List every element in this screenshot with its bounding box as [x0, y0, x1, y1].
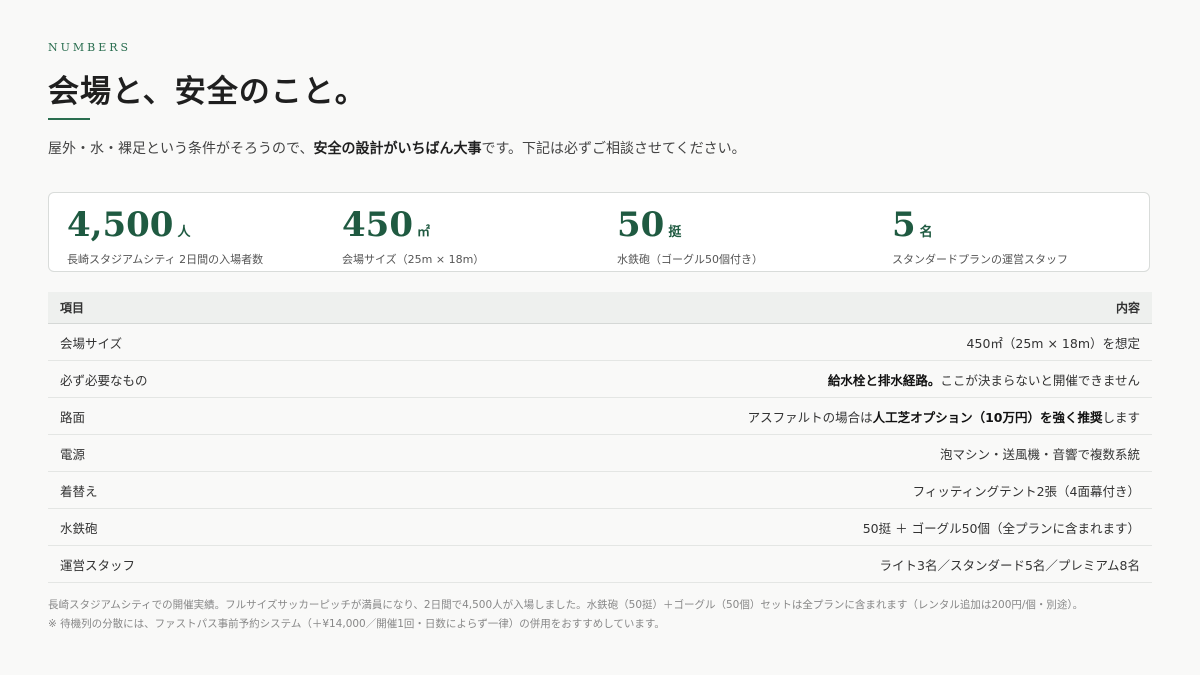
table-row: 電源 泡マシン・送風機・音響で複数系統 — [48, 435, 1152, 472]
row-item: 水鉄砲 — [60, 520, 98, 536]
table-row: 必ず必要なもの 給水栓と排水経路。ここが決まらないと開催できません — [48, 361, 1152, 398]
stat-unit: 名 — [919, 225, 933, 240]
row-item: 必ず必要なもの — [60, 372, 148, 388]
row-content: 給水栓と排水経路。ここが決まらないと開催できません — [827, 372, 1140, 388]
column-header-content: 内容 — [1115, 301, 1140, 315]
row-item: 電源 — [60, 446, 86, 462]
stat-attendance: 4,500 人 長崎スタジアムシティ 2日間の入場者数 — [49, 193, 324, 271]
stat-label: スタンダードプランの運営スタッフ — [892, 253, 1068, 266]
table-row: 会場サイズ 450㎡（25m × 18m）を想定 — [48, 324, 1152, 361]
stat-label: 長崎スタジアムシティ 2日間の入場者数 — [67, 253, 264, 266]
stat-unit: ㎡ — [416, 225, 430, 240]
row-content: フィッティングテント2張（4面幕付き） — [912, 483, 1140, 499]
footnotes: 長崎スタジアムシティでの開催実績。フルサイズサッカーピッチが満員になり、2日間で… — [48, 596, 1152, 634]
stat-water-guns: 50 挺 水鉄砲（ゴーグル50個付き） — [599, 193, 874, 271]
stat-staff: 5名 スタンダードプランの運営スタッフ — [874, 193, 1149, 271]
row-content: 泡マシン・送風機・音響で複数系統 — [939, 446, 1140, 462]
stat-value: 4,500 — [67, 205, 174, 245]
stat-value: 5 — [892, 205, 916, 245]
table-row: 路面 アスファルトの場合は人工芝オプション（10万円）を強く推奨します — [48, 398, 1152, 435]
footnote: 長崎スタジアムシティでの開催実績。フルサイズサッカーピッチが満員になり、2日間で… — [48, 599, 1084, 611]
row-content: 50挺 ＋ ゴーグル50個（全プランに含まれます） — [862, 520, 1140, 536]
stat-venue-size: 450 ㎡ 会場サイズ（25m × 18m） — [324, 193, 599, 271]
requirements-table: 項目 内容 会場サイズ 450㎡（25m × 18m）を想定 必ず必要なもの 給… — [48, 292, 1152, 583]
table-row: 着替え フィッティングテント2張（4面幕付き） — [48, 472, 1152, 509]
lead-text-pre: 屋外・水・裸足という条件がそろうので、 — [48, 141, 314, 157]
row-item: 運営スタッフ — [60, 557, 136, 573]
footnote: ※ 待機列の分散には、ファストパス事前予約システム（＋¥14,000／開催1回・… — [48, 618, 665, 630]
stat-unit: 人 — [177, 225, 191, 240]
table-header: 項目 内容 — [48, 292, 1152, 324]
stat-unit: 挺 — [668, 225, 682, 240]
stat-value: 450 — [342, 205, 413, 245]
table-row: 水鉄砲 50挺 ＋ ゴーグル50個（全プランに含まれます） — [48, 509, 1152, 546]
row-item: 会場サイズ — [60, 335, 123, 351]
stats-card: 4,500 人 長崎スタジアムシティ 2日間の入場者数 450 ㎡ 会場サイズ（25… — [48, 192, 1150, 272]
row-item: 路面 — [60, 409, 86, 425]
row-content: ライト3名／スタンダード5名／プレミアム8名 — [879, 557, 1141, 573]
row-item: 着替え — [60, 483, 98, 499]
column-header-item: 項目 — [60, 301, 85, 315]
page-title: 会場と、安全のこと。 — [48, 74, 367, 110]
stat-value: 50 — [617, 205, 665, 245]
section-eyebrow: NUMBERS — [48, 41, 132, 54]
stat-label: 水鉄砲（ゴーグル50個付き） — [617, 253, 763, 266]
lead-text-bold: 安全の設計がいちばん大事 — [313, 141, 482, 157]
stat-label: 会場サイズ（25m × 18m） — [342, 253, 485, 266]
lead-text: 屋外・水・裸足という条件がそろうので、安全の設計がいちばん大事です。下記は必ずご… — [48, 134, 768, 164]
row-content: 450㎡（25m × 18m）を想定 — [966, 335, 1140, 351]
lead-text-post: です。下記は必ずご相談させてください。 — [481, 141, 746, 157]
title-underline — [48, 118, 90, 120]
table-row: 運営スタッフ ライト3名／スタンダード5名／プレミアム8名 — [48, 546, 1152, 583]
row-content: アスファルトの場合は人工芝オプション（10万円）を強く推奨します — [747, 409, 1140, 425]
